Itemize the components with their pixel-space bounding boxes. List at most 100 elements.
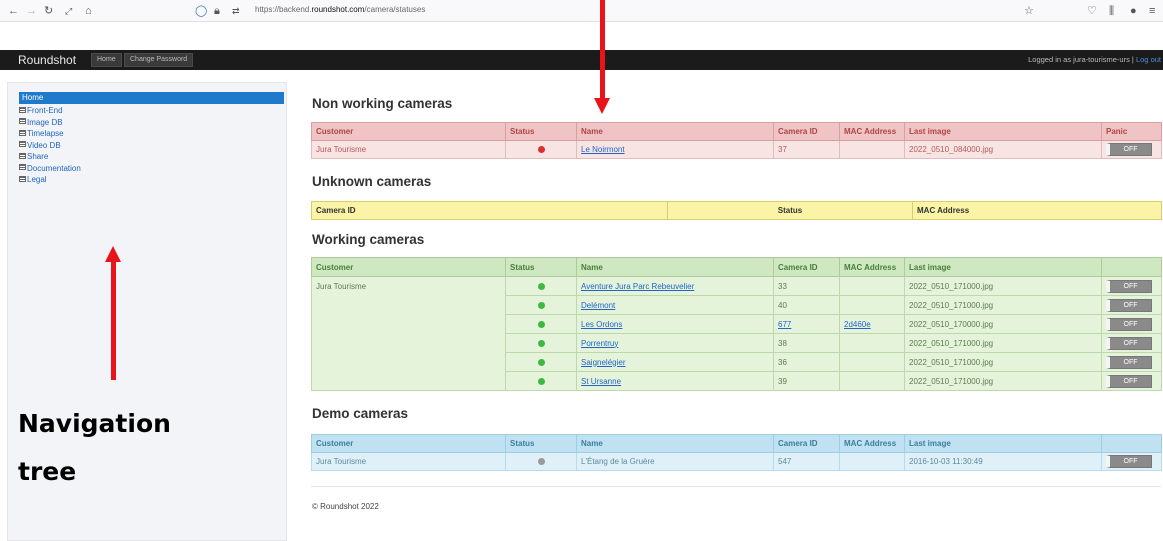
sidebar-item-label: Video DB	[27, 140, 61, 150]
expand-icon[interactable]: ⤢	[65, 4, 72, 18]
column-header: Customer	[311, 122, 506, 141]
panic-cell: OFF	[1101, 352, 1162, 372]
column-header: Status	[505, 257, 577, 277]
star-icon[interactable]: ☆	[1024, 4, 1034, 18]
table-header-row: Customer Status Name Camera ID MAC Addre…	[311, 122, 1162, 141]
status-cell	[505, 314, 577, 334]
panic-toggle[interactable]: OFF	[1106, 455, 1152, 468]
home-nav-button[interactable]: Home	[91, 53, 122, 67]
name-cell: Saignelégier	[576, 352, 774, 372]
sidebar-item-label: Documentation	[27, 163, 81, 173]
shield-icon[interactable]: ◯	[195, 4, 207, 18]
status-cell	[505, 295, 577, 315]
panic-toggle[interactable]: OFF	[1106, 374, 1152, 388]
panic-toggle[interactable]: OFF	[1106, 355, 1152, 369]
sidebar-item-label: Legal	[27, 175, 47, 184]
column-header: Camera ID	[773, 257, 840, 277]
name-cell: Les Ordons	[576, 314, 774, 334]
pocket-icon[interactable]: ♡	[1087, 4, 1097, 18]
home-icon[interactable]: ⌂	[85, 4, 92, 18]
last-image-cell: 2016-10-03 11:30:49	[904, 452, 1102, 471]
tree-node-icon	[19, 175, 26, 182]
change-password-button[interactable]: Change Password	[124, 53, 194, 67]
menu-icon[interactable]: ≡	[1149, 4, 1155, 18]
panic-cell: OFF	[1101, 276, 1162, 296]
camera-name-link[interactable]: Porrentruy	[581, 339, 618, 348]
reload-icon[interactable]: ↻	[44, 4, 53, 18]
library-icon[interactable]: ⫼	[1109, 4, 1114, 18]
sidebar-item-label: Timelapse	[27, 129, 64, 138]
footer-copyright: © Roundshot 2022	[312, 502, 379, 511]
status-cell	[505, 352, 577, 372]
camera-id-cell: 40	[773, 295, 840, 315]
last-image-cell: 2022_0510_170000.jpg	[904, 314, 1102, 334]
sidebar-item-legal[interactable]: Legal	[19, 174, 284, 186]
camera-id-link[interactable]: 677	[778, 320, 791, 329]
camera-name-link[interactable]: St Ursanne	[581, 377, 621, 386]
name-cell: L'Étang de la Gruère	[576, 452, 774, 471]
column-header	[1101, 257, 1162, 277]
sidebar-item-documentation[interactable]: Documentation	[19, 163, 284, 175]
status-cell	[505, 333, 577, 353]
sidebar-item-front-end[interactable]: Front-End	[19, 105, 284, 117]
sidebar-item-image-db[interactable]: Image DB	[19, 117, 284, 129]
panic-cell: OFF	[1101, 452, 1162, 471]
column-header	[1101, 434, 1162, 453]
lock-icon[interactable]: 🔒︎	[214, 4, 220, 18]
mac-cell: 2d460e	[839, 314, 905, 334]
panic-cell: OFF	[1101, 295, 1162, 315]
sidebar-item-timelapse[interactable]: Timelapse	[19, 128, 284, 140]
column-header: MAC Address	[839, 434, 905, 453]
panic-toggle[interactable]: OFF	[1106, 336, 1152, 350]
url-text[interactable]: https://backend.roundshot.com/camera/sta…	[255, 5, 425, 14]
status-green-icon	[537, 339, 545, 347]
name-cell: St Ursanne	[576, 371, 774, 391]
column-header: Status	[505, 122, 577, 141]
sidebar-item-home[interactable]: Home	[19, 92, 284, 104]
annotation-label-line1: Navigation	[18, 409, 171, 438]
name-cell: Delémont	[576, 295, 774, 315]
customer-cell: Jura Tourisme	[311, 276, 506, 391]
camera-name-link[interactable]: Les Ordons	[581, 320, 622, 329]
panic-toggle[interactable]: OFF	[1106, 298, 1152, 312]
column-header: Name	[576, 434, 774, 453]
camera-name-link[interactable]: Le Noirmont	[581, 145, 625, 154]
status-grey-icon	[537, 458, 545, 466]
column-header: Name	[576, 122, 774, 141]
forward-icon[interactable]: →	[26, 4, 37, 18]
status-cell	[505, 276, 577, 296]
column-header: Customer	[311, 257, 506, 277]
sidebar-item-video-db[interactable]: Video DB	[19, 140, 284, 152]
permissions-icon[interactable]: ⇄	[232, 4, 240, 18]
mac-address-link[interactable]: 2d460e	[844, 320, 871, 329]
logout-link[interactable]: Log out	[1136, 55, 1161, 64]
panic-toggle[interactable]: OFF	[1106, 279, 1152, 293]
url-bar[interactable]: ◯ 🔒︎ ⇄ https://backend.roundshot.com/cam…	[192, 2, 1042, 20]
column-header: Status	[667, 201, 913, 220]
brand-logo[interactable]: Roundshot	[18, 53, 76, 67]
camera-name-link[interactable]: Delémont	[581, 301, 615, 310]
camera-name-link[interactable]: Aventure Jura Parc Rebeuvelier	[581, 282, 694, 291]
mac-cell	[839, 276, 905, 296]
annotation-arrow-up-head	[105, 246, 121, 262]
mac-cell	[839, 333, 905, 353]
url-prefix: https://backend.	[255, 5, 312, 14]
last-image-cell: 2022_0510_171000.jpg	[904, 295, 1102, 315]
status-cell	[505, 371, 577, 391]
panic-toggle[interactable]: OFF	[1106, 317, 1152, 331]
sidebar-item-share[interactable]: Share	[19, 151, 284, 163]
tree-node-icon	[19, 152, 26, 159]
table-header-row: Customer Status Name Camera ID MAC Addre…	[311, 434, 1162, 453]
back-icon[interactable]: ←	[8, 4, 19, 18]
tree-node-icon	[19, 118, 26, 125]
status-green-icon	[537, 282, 545, 290]
camera-name-link[interactable]: Saignelégier	[581, 358, 625, 367]
panic-toggle[interactable]: OFF	[1106, 143, 1152, 156]
camera-id-cell: 547	[773, 452, 840, 471]
camera-id-cell: 37	[773, 140, 840, 159]
table-row: Jura Tourisme L'Étang de la Gruère 547 2…	[311, 452, 1162, 471]
url-domain: roundshot.com	[311, 5, 365, 14]
extension-icon[interactable]: ●	[1130, 4, 1137, 18]
annotation-arrow-up-shaft	[111, 261, 116, 380]
column-header: MAC Address	[912, 201, 1162, 220]
